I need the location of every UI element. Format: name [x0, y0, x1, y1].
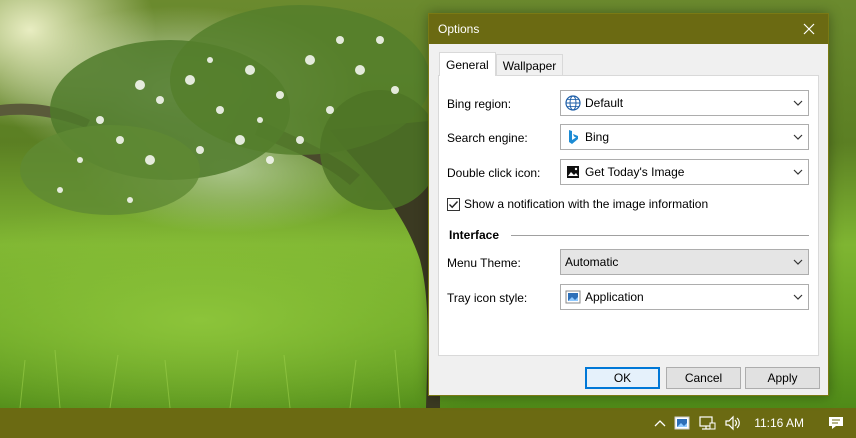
action-center-button[interactable] — [816, 408, 856, 438]
image-icon — [565, 164, 581, 180]
bing-wallpaper-tray-button[interactable] — [670, 408, 694, 438]
system-tray: 11:16 AM — [650, 408, 856, 438]
search-engine-value: Bing — [585, 130, 610, 144]
application-icon — [565, 289, 581, 305]
bing-logo-icon — [565, 129, 581, 145]
menu-theme-label: Menu Theme: — [447, 256, 521, 270]
menu-theme-value: Automatic — [565, 255, 619, 269]
checkmark-icon — [449, 200, 459, 208]
show-notification-row[interactable]: Show a notification with the image infor… — [447, 197, 708, 211]
network-button[interactable] — [694, 408, 720, 438]
show-hidden-icons-button[interactable] — [650, 408, 670, 438]
general-tab-panel: Bing region: Default Search engine: Bing… — [438, 75, 819, 356]
taskbar: 11:16 AM — [0, 408, 856, 438]
tab-wallpaper[interactable]: Wallpaper — [495, 54, 564, 76]
search-engine-row: Search engine: — [447, 131, 528, 145]
show-notification-label[interactable]: Show a notification with the image infor… — [464, 197, 708, 211]
volume-button[interactable] — [720, 408, 746, 438]
close-icon — [803, 23, 815, 35]
chevron-down-icon — [788, 250, 808, 274]
bing-region-select[interactable]: Default — [560, 90, 809, 116]
chevron-down-icon — [788, 91, 808, 115]
menu-theme-row: Menu Theme: — [447, 256, 521, 270]
chevron-down-icon — [788, 285, 808, 309]
close-button[interactable] — [790, 14, 828, 44]
interface-section-title: Interface — [449, 228, 500, 242]
menu-theme-select[interactable]: Automatic — [560, 249, 809, 275]
title-bar[interactable]: Options — [429, 14, 828, 44]
tray-icon-style-select[interactable]: Application — [560, 284, 809, 310]
notification-icon — [829, 417, 843, 429]
double-click-icon-select[interactable]: Get Today's Image — [560, 159, 809, 185]
bing-region-row: Bing region: — [447, 97, 511, 111]
tab-general[interactable]: General — [439, 52, 496, 76]
interface-section-header: Interface — [449, 228, 809, 242]
clock[interactable]: 11:16 AM — [746, 408, 816, 438]
double-click-icon-value: Get Today's Image — [585, 165, 685, 179]
network-icon — [699, 416, 716, 430]
tab-strip: General Wallpaper — [439, 52, 564, 76]
bing-region-label: Bing region: — [447, 97, 512, 111]
tray-icon-style-row: Tray icon style: — [447, 291, 527, 305]
globe-icon — [565, 95, 581, 111]
section-divider — [511, 234, 809, 236]
tray-icon-style-label: Tray icon style: — [447, 291, 528, 305]
tray-icon-style-value: Application — [585, 290, 644, 304]
window-title: Options — [438, 22, 480, 36]
chevron-up-icon — [654, 420, 666, 427]
apply-button[interactable]: Apply — [745, 367, 820, 389]
double-click-icon-row: Double click icon: — [447, 166, 540, 180]
search-engine-label: Search engine: — [447, 131, 528, 145]
double-click-icon-label: Double click icon: — [447, 166, 541, 180]
ok-button[interactable]: OK — [585, 367, 660, 389]
bing-region-value: Default — [585, 96, 624, 110]
chevron-down-icon — [788, 125, 808, 149]
speaker-icon — [725, 415, 741, 431]
cancel-button[interactable]: Cancel — [666, 367, 741, 389]
options-dialog: Options General Wallpaper Bing region: D… — [428, 13, 829, 396]
search-engine-select[interactable]: Bing — [560, 124, 809, 150]
application-icon — [674, 416, 690, 430]
chevron-down-icon — [788, 160, 808, 184]
show-notification-checkbox[interactable] — [447, 197, 460, 211]
